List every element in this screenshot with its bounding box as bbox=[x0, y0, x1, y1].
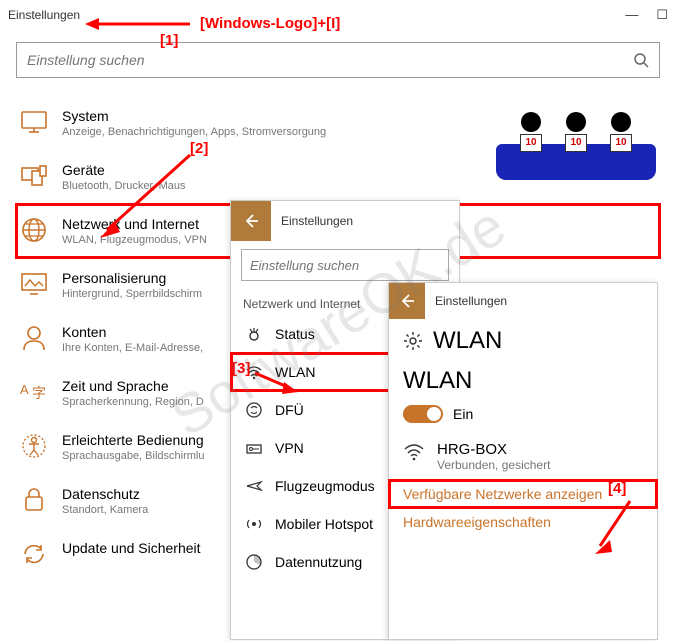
wlan-toggle-label: Ein bbox=[453, 406, 473, 422]
sub1-header: Einstellungen bbox=[231, 201, 459, 241]
vpn-icon bbox=[245, 439, 263, 457]
svg-text:A: A bbox=[20, 382, 29, 397]
globe-icon bbox=[20, 216, 48, 244]
cat-title: Personalisierung bbox=[62, 270, 202, 286]
dialup-icon bbox=[245, 401, 263, 419]
cat-sub: Hintergrund, Sperrbildschirm bbox=[62, 288, 202, 300]
ease-icon bbox=[20, 432, 48, 460]
update-icon bbox=[20, 540, 48, 568]
cat-sub: Spracherkennung, Region, D bbox=[62, 396, 204, 408]
page-title: WLAN bbox=[433, 327, 502, 355]
window-title: Einstellungen bbox=[8, 8, 80, 22]
gear-icon bbox=[403, 331, 423, 351]
link-show-networks[interactable]: Verfügbare Netzwerke anzeigen bbox=[389, 480, 657, 508]
sub2-header: Einstellungen bbox=[389, 283, 657, 319]
settings-wlan-window: Einstellungen WLAN WLAN Ein HRG-BOX Verb… bbox=[388, 282, 658, 640]
cat-sub: Standort, Kamera bbox=[62, 504, 148, 516]
judges-decoration: 10 10 10 bbox=[496, 100, 656, 180]
privacy-icon bbox=[20, 486, 48, 514]
wifi-icon bbox=[403, 441, 425, 463]
cat-sub: Bluetooth, Drucker, Maus bbox=[62, 180, 186, 192]
airplane-icon bbox=[245, 477, 263, 495]
cat-title: Datenschutz bbox=[62, 486, 148, 502]
search-box[interactable] bbox=[16, 42, 660, 78]
back-button[interactable] bbox=[389, 283, 425, 319]
svg-text:字: 字 bbox=[32, 385, 46, 401]
wlan-section-title: WLAN bbox=[389, 357, 657, 401]
cat-sub: WLAN, Flugzeugmodus, VPN bbox=[62, 234, 207, 246]
network-status: Verbunden, gesichert bbox=[437, 458, 550, 472]
sub2-title: Einstellungen bbox=[435, 294, 507, 308]
nav-label: Flugzeugmodus bbox=[275, 478, 375, 494]
hotspot-icon bbox=[245, 515, 263, 533]
wlan-toggle[interactable] bbox=[403, 405, 443, 423]
cat-title: Erleichterte Bedienung bbox=[62, 432, 204, 448]
search-input[interactable] bbox=[27, 52, 633, 68]
status-icon bbox=[245, 325, 263, 343]
wlan-toggle-row: Ein bbox=[389, 401, 657, 433]
search-icon bbox=[633, 52, 649, 68]
data-icon bbox=[245, 553, 263, 571]
display-icon bbox=[20, 108, 48, 136]
link-hw-properties[interactable]: Hardwareeigenschaften bbox=[389, 508, 657, 536]
time-lang-icon: A字 bbox=[20, 378, 48, 406]
nav-label: Datennutzung bbox=[275, 554, 362, 570]
maximize-button[interactable]: ☐ bbox=[656, 7, 668, 23]
cat-title: Geräte bbox=[62, 162, 186, 178]
network-name: HRG-BOX bbox=[437, 441, 550, 458]
cat-sub: Sprachausgabe, Bildschirmlu bbox=[62, 450, 204, 462]
page-title-row: WLAN bbox=[389, 319, 657, 357]
nav-label: Status bbox=[275, 326, 315, 342]
personalize-icon bbox=[20, 270, 48, 298]
nav-label: Mobiler Hotspot bbox=[275, 516, 373, 532]
account-icon bbox=[20, 324, 48, 352]
sub1-search-box[interactable] bbox=[241, 249, 449, 281]
cat-title: System bbox=[62, 108, 326, 124]
sub1-title: Einstellungen bbox=[281, 214, 353, 228]
cat-sub: Anzeige, Benachrichtigungen, Apps, Strom… bbox=[62, 126, 326, 138]
nav-label: DFÜ bbox=[275, 402, 304, 418]
wifi-icon bbox=[245, 363, 263, 381]
cat-sub: Ihre Konten, E-Mail-Adresse, bbox=[62, 342, 203, 354]
nav-label: WLAN bbox=[275, 364, 315, 380]
titlebar: Einstellungen — ☐ bbox=[0, 0, 676, 30]
cat-title: Update und Sicherheit bbox=[62, 540, 201, 556]
cat-title: Konten bbox=[62, 324, 203, 340]
window-title-text: Einstellungen bbox=[8, 8, 80, 22]
minimize-button[interactable]: — bbox=[625, 7, 638, 23]
window-controls: — ☐ bbox=[625, 7, 668, 23]
sub1-search-input[interactable] bbox=[250, 258, 440, 273]
nav-label: VPN bbox=[275, 440, 304, 456]
connected-network[interactable]: HRG-BOX Verbunden, gesichert bbox=[389, 433, 657, 480]
cat-title: Netzwerk und Internet bbox=[62, 216, 207, 232]
back-button[interactable] bbox=[231, 201, 271, 241]
cat-title: Zeit und Sprache bbox=[62, 378, 204, 394]
devices-icon bbox=[20, 162, 48, 190]
